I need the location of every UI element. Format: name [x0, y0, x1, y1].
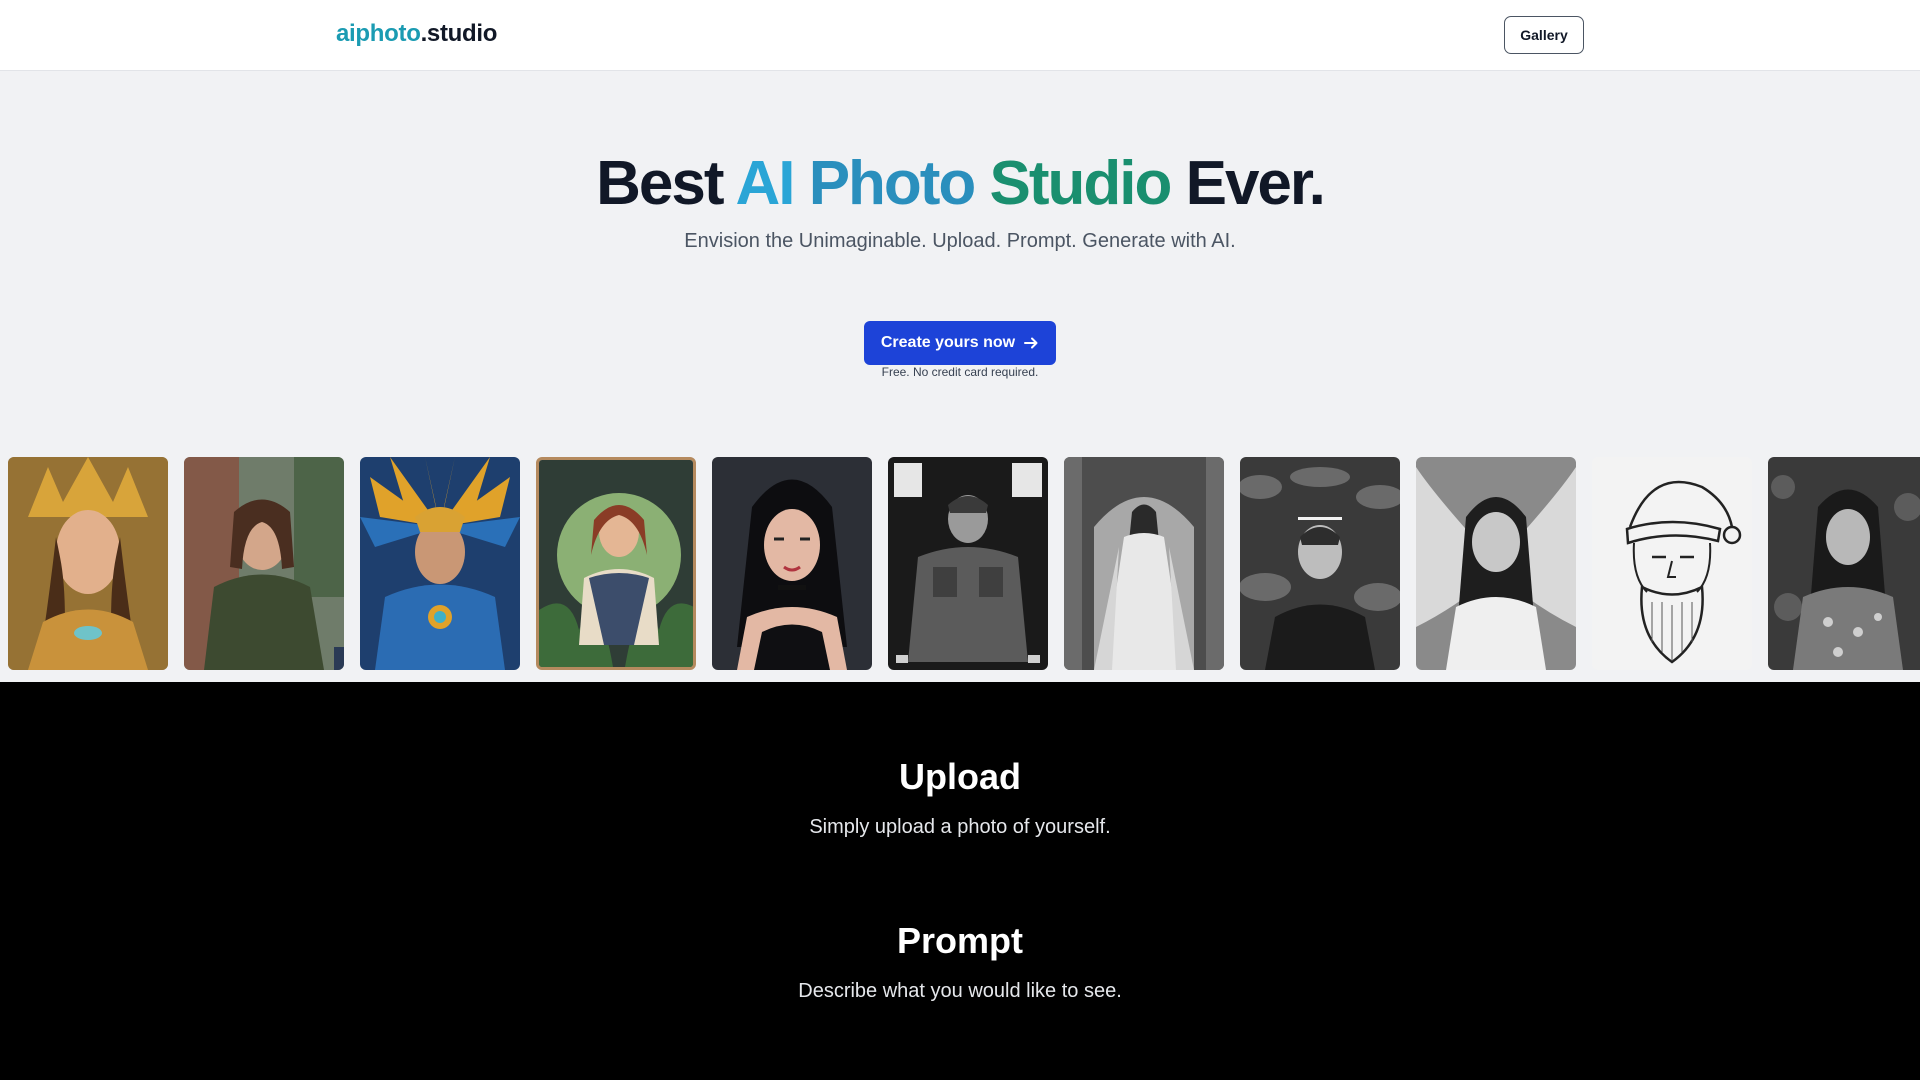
step-description-prompt: Describe what you would like to see. — [798, 980, 1122, 1002]
step-title-prompt: Prompt — [897, 920, 1023, 961]
cta-note: Free. No credit card required. — [881, 365, 1039, 379]
create-yours-now-button[interactable]: Create yours now — [864, 321, 1056, 365]
hero-title-gradient-1: AI — [735, 149, 809, 218]
logo-accent-text: aiphoto — [336, 20, 421, 47]
cta-label: Create yours now — [880, 334, 1016, 351]
logo-rest-text: .studio — [420, 20, 498, 47]
arrow-right-icon — [1024, 337, 1038, 349]
gallery-image-golden-goddess[interactable] — [8, 457, 168, 670]
gallery-image-woman-archway[interactable] — [1064, 457, 1224, 670]
gallery-image-dark-hair-woman[interactable] — [712, 457, 872, 670]
gallery-image-santa-drawing[interactable] — [1592, 457, 1752, 670]
gallery-image-woman-floral[interactable] — [1768, 457, 1920, 670]
sample-gallery-strip — [0, 457, 1920, 670]
gallery-image-soldier-poster[interactable] — [888, 457, 1048, 670]
hero-title-suffix: Ever. — [1170, 149, 1326, 218]
gallery-button[interactable]: Gallery — [1504, 16, 1584, 54]
gallery-image-illustrated-explorer[interactable] — [536, 457, 696, 670]
gallery-image-woman-street[interactable] — [184, 457, 344, 670]
gallery-image-angel-woman[interactable] — [1416, 457, 1576, 670]
step-description-upload: Simply upload a photo of yourself. — [809, 816, 1111, 838]
hero-title: Best AI Photo Studio Ever. — [0, 146, 1920, 222]
gallery-image-feathered-warrior[interactable] — [360, 457, 520, 670]
hero-title-gradient-2: Photo — [808, 149, 990, 218]
how-it-works-section: Upload Simply upload a photo of yourself… — [0, 682, 1920, 1080]
site-logo[interactable]: aiphoto.studio — [336, 20, 497, 48]
hero-title-prefix: Best — [596, 149, 736, 218]
hero-title-gradient-3: Studio — [989, 149, 1173, 218]
step-title-upload: Upload — [899, 756, 1021, 797]
gallery-image-man-jungle[interactable] — [1240, 457, 1400, 670]
hero-subtitle: Envision the Unimaginable. Upload. Promp… — [684, 230, 1236, 252]
top-navbar: aiphoto.studio Gallery — [0, 0, 1920, 71]
